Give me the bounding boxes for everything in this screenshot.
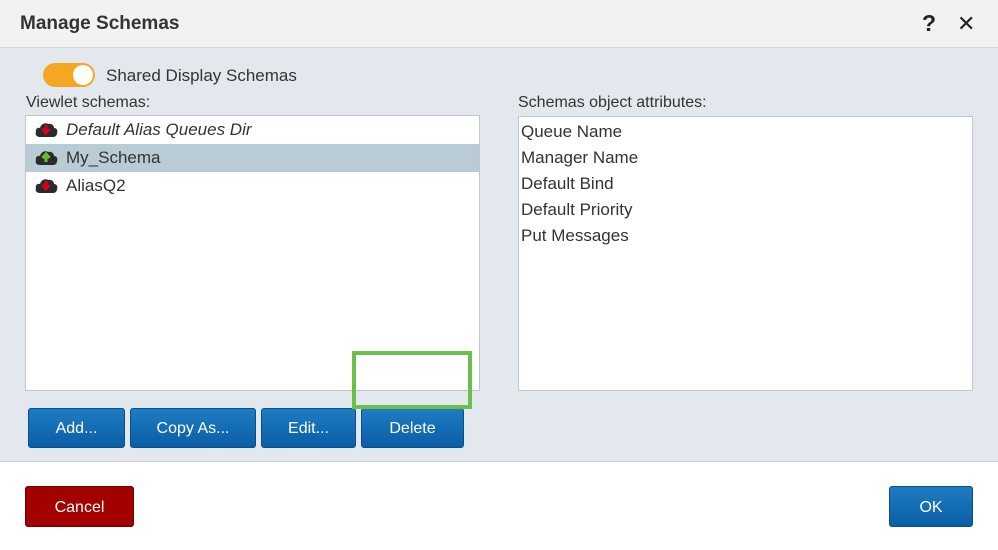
dialog-titlebar: Manage Schemas ? ✕ xyxy=(0,0,998,48)
viewlet-schemas-label: Viewlet schemas: xyxy=(26,94,151,111)
manage-schemas-dialog: Manage Schemas ? ✕ Shared Display Schema… xyxy=(0,0,998,550)
cloud-download-icon xyxy=(35,179,58,193)
cancel-button[interactable]: Cancel xyxy=(25,486,134,527)
edit-schema-button[interactable]: Edit... xyxy=(261,408,356,448)
schema-item-label: My_Schema xyxy=(66,148,161,167)
viewlet-schemas-list[interactable]: Default Alias Queues Dir My_Schema Alias… xyxy=(25,115,480,391)
schema-item-default-alias-queues-dir[interactable]: Default Alias Queues Dir xyxy=(26,116,479,144)
toggle-knob xyxy=(73,65,93,85)
attribute-item[interactable]: Manager Name xyxy=(519,145,972,171)
attribute-item[interactable]: Default Bind xyxy=(519,171,972,197)
shared-display-schemas-label: Shared Display Schemas xyxy=(106,66,297,85)
schema-item-label: AliasQ2 xyxy=(66,176,126,195)
add-schema-button[interactable]: Add... xyxy=(28,408,125,448)
dialog-title: Manage Schemas xyxy=(20,13,180,34)
attribute-item[interactable]: Default Priority xyxy=(519,197,972,223)
attribute-item[interactable]: Put Messages xyxy=(519,223,972,249)
schema-attributes-label: Schemas object attributes: xyxy=(518,94,707,111)
schema-attributes-list[interactable]: Queue Name Manager Name Default Bind Def… xyxy=(518,116,973,391)
question-mark-icon[interactable]: ? xyxy=(922,10,936,37)
delete-button-highlight xyxy=(352,351,472,409)
schema-item-my-schema[interactable]: My_Schema xyxy=(26,144,479,172)
schema-item-label: Default Alias Queues Dir xyxy=(66,120,252,139)
cloud-upload-icon xyxy=(35,151,58,165)
shared-display-schemas-toggle[interactable] xyxy=(43,63,95,87)
delete-schema-button[interactable]: Delete xyxy=(361,408,464,448)
schema-item-aliasq2[interactable]: AliasQ2 xyxy=(26,172,479,200)
copy-as-button[interactable]: Copy As... xyxy=(130,408,256,448)
dialog-body: Shared Display Schemas Viewlet schemas: … xyxy=(0,48,998,462)
attribute-item[interactable]: Queue Name xyxy=(519,119,972,145)
close-icon[interactable]: ✕ xyxy=(957,11,975,37)
cloud-download-icon xyxy=(35,123,58,137)
ok-button[interactable]: OK xyxy=(889,486,973,527)
